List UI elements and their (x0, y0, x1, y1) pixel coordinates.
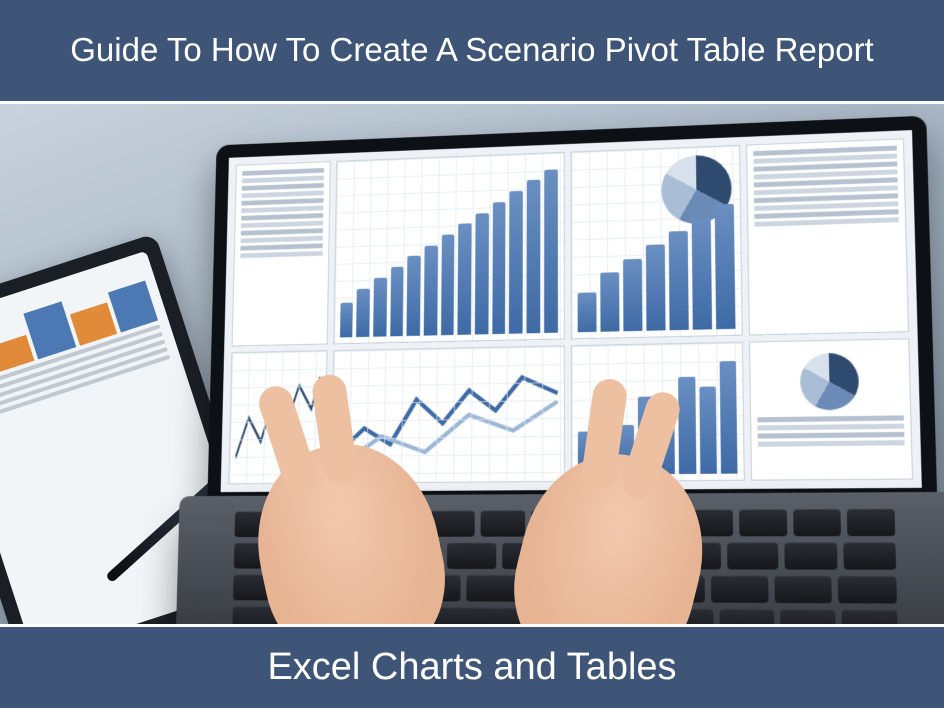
caption-banner: Excel Charts and Tables (0, 624, 944, 708)
laptop-screen-frame (207, 116, 937, 506)
panel-table-right (746, 138, 909, 335)
title-banner: Guide To How To Create A Scenario Pivot … (0, 0, 944, 104)
panel-bar-main (333, 152, 564, 344)
panel-pie-bottom (749, 338, 913, 481)
hero-image (0, 104, 944, 624)
page-title: Guide To How To Create A Scenario Pivot … (70, 28, 873, 73)
panel-table-left (232, 161, 331, 346)
pie-chart-small (800, 352, 860, 410)
caption-text: Excel Charts and Tables (267, 646, 676, 689)
panel-bar-secondary (570, 145, 742, 339)
